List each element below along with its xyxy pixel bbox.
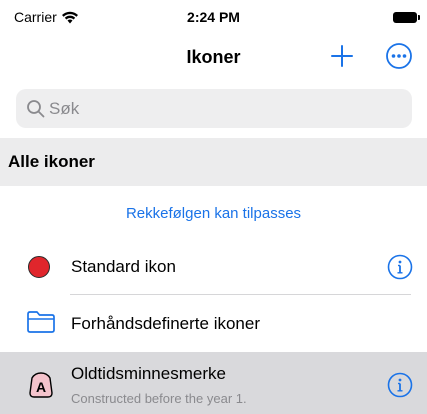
svg-text:A: A — [36, 379, 46, 395]
folder-icon — [26, 310, 56, 339]
list-item-predefined-icons[interactable]: Forhåndsdefinerte ikoner — [0, 295, 427, 351]
list-item-title: Oldtidsminnesmerke — [71, 364, 226, 383]
list-item-standard-icon[interactable]: Standard ikon — [0, 240, 427, 294]
battery-icon — [393, 12, 420, 23]
red-dot-icon — [28, 256, 50, 278]
list-item-subtitle: Constructed before the year 1. — [71, 391, 247, 406]
add-button[interactable] — [328, 42, 356, 70]
section-header: Alle ikoner — [0, 138, 427, 186]
status-time: 2:24 PM — [187, 9, 240, 25]
list-item-ancient-monument[interactable]: A Oldtidsminnesmerke Constructed before … — [0, 352, 427, 414]
info-icon — [387, 372, 413, 398]
a-badge-icon: A — [29, 372, 53, 403]
plus-icon — [331, 45, 353, 67]
info-button[interactable] — [387, 254, 413, 280]
page-title: Ikoner — [186, 47, 241, 67]
status-bar: Carrier 2:24 PM — [0, 0, 427, 36]
search-icon — [27, 100, 45, 118]
more-options-button[interactable] — [385, 42, 413, 70]
reorder-hint: Rekkefølgen kan tilpasses — [125, 205, 302, 222]
list-item-title: Standard ikon — [71, 257, 176, 276]
search-placeholder: Søk — [49, 99, 80, 118]
ellipsis-circle-icon — [386, 43, 412, 69]
info-icon — [387, 254, 413, 280]
section-title: Alle ikoner — [8, 152, 95, 171]
list-item-title: Forhåndsdefinerte ikoner — [71, 314, 261, 333]
search-input[interactable]: Søk — [16, 89, 412, 128]
navigation-bar: Ikoner — [0, 36, 427, 80]
info-button[interactable] — [387, 372, 413, 398]
